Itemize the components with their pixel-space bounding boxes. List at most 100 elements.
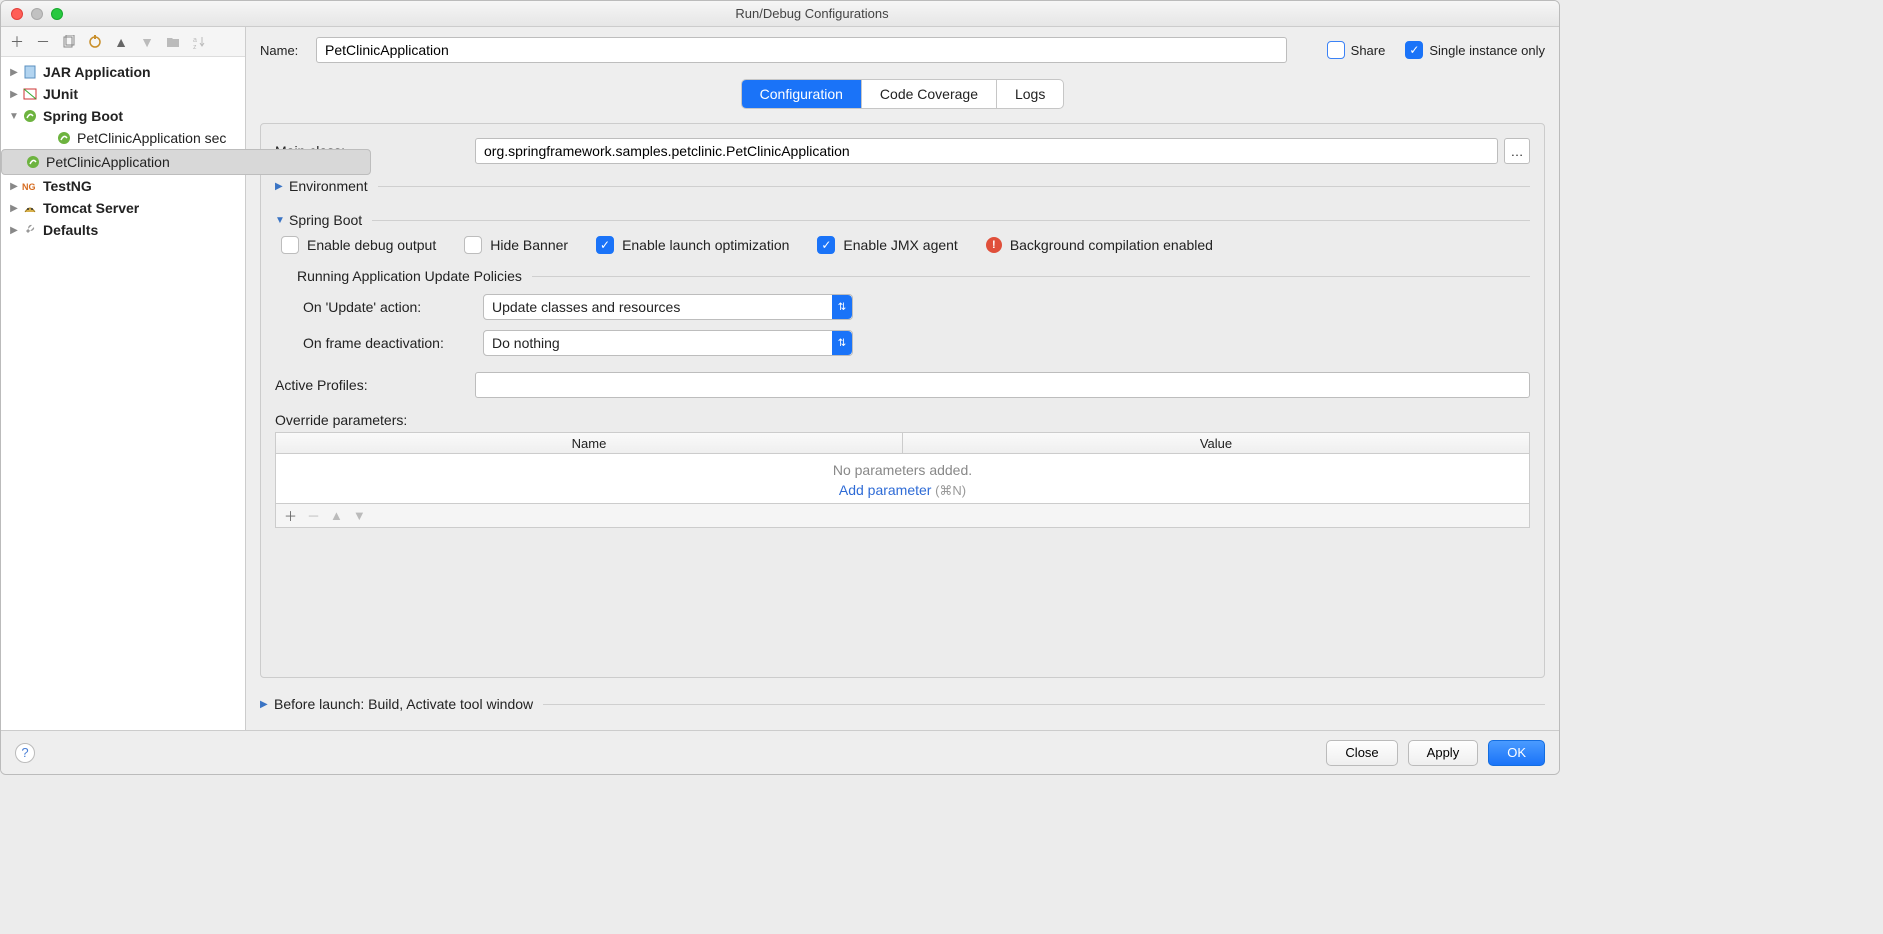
parameters-table-toolbar: ＋ － ▲ ▼ (275, 504, 1530, 528)
tree-item-jar-application[interactable]: ▶ JAR Application (1, 61, 245, 83)
tree-item-label: PetClinicApplication sec (77, 130, 226, 146)
tree-item-label: JUnit (43, 86, 78, 102)
config-tree[interactable]: ▶ JAR Application ▶ JUnit ▼ Spring Boot PetCli… (1, 57, 245, 730)
add-parameter-link[interactable]: Add parameter (839, 482, 932, 498)
spring-boot-section-header[interactable]: ▼ Spring Boot (275, 212, 1530, 228)
active-profiles-label: Active Profiles: (275, 377, 475, 393)
add-config-button[interactable]: ＋ (7, 32, 27, 52)
tomcat-icon (21, 200, 39, 216)
policies-heading: Running Application Update Policies (297, 268, 1530, 284)
dropdown-icon: ⇅ (832, 331, 852, 355)
param-up-button[interactable]: ▲ (330, 508, 343, 523)
tab-bar: Configuration Code Coverage Logs (260, 79, 1545, 109)
svg-text:z: z (193, 44, 197, 49)
chevron-right-icon: ▶ (7, 89, 21, 100)
spring-icon (55, 130, 73, 146)
name-input[interactable] (316, 37, 1287, 63)
tree-item-testng[interactable]: ▶NG TestNG (1, 175, 245, 197)
move-up-button[interactable]: ▲ (111, 32, 131, 52)
zoom-window-icon[interactable] (51, 8, 63, 20)
share-label: Share (1351, 43, 1386, 58)
browse-main-class-button[interactable]: … (1504, 138, 1530, 164)
share-checkbox[interactable] (1327, 41, 1345, 59)
tree-item-label: Tomcat Server (43, 200, 139, 216)
run-debug-configurations-dialog: Run/Debug Configurations ＋ － ▲ ▼ az (0, 0, 1560, 775)
tree-item-tomcat-server[interactable]: ▶ Tomcat Server (1, 197, 245, 219)
testng-icon: NG (21, 178, 39, 194)
warning-icon: ! (986, 237, 1002, 253)
param-remove-button[interactable]: － (307, 506, 320, 525)
chevron-right-icon: ▶ (275, 181, 289, 192)
chevron-down-icon: ▼ (275, 215, 289, 226)
on-update-label: On 'Update' action: (303, 299, 483, 315)
name-label: Name: (260, 43, 316, 58)
parameters-table-header: Name Value (275, 432, 1530, 454)
edit-defaults-button[interactable] (85, 32, 105, 52)
tree-item-label: TestNG (43, 178, 92, 194)
ok-button[interactable]: OK (1488, 740, 1545, 766)
chevron-right-icon: ▶ (260, 699, 274, 710)
copy-config-button[interactable] (59, 32, 79, 52)
single-instance-label: Single instance only (1429, 43, 1545, 58)
svg-text:NG: NG (22, 182, 36, 192)
window-title: Run/Debug Configurations (75, 6, 1549, 21)
override-parameters-label: Override parameters: (275, 412, 1530, 428)
tree-item-label: JAR Application (43, 64, 151, 80)
environment-section-header[interactable]: ▶ Environment (275, 178, 1530, 194)
minimize-window-icon[interactable] (31, 8, 43, 20)
help-button[interactable]: ? (15, 743, 35, 763)
wrench-icon (21, 222, 39, 238)
move-down-button[interactable]: ▼ (137, 32, 157, 52)
tree-item-label: Spring Boot (43, 108, 123, 124)
main-class-input[interactable] (475, 138, 1498, 164)
enable-jmx-agent-checkbox[interactable]: ✓ (817, 236, 835, 254)
on-update-select[interactable]: Update classes and resources ⇅ (483, 294, 853, 320)
chevron-right-icon: ▶ (7, 203, 21, 214)
dialog-footer: ? Close Apply OK (1, 730, 1559, 774)
configuration-panel: Main class: … ▶ Environment ▼ Spring Boo… (260, 123, 1545, 678)
tree-item-petclinicapplication-sec[interactable]: PetClinicApplication sec (1, 127, 245, 149)
param-add-button[interactable]: ＋ (284, 506, 297, 525)
close-window-icon[interactable] (11, 8, 23, 20)
tree-item-defaults[interactable]: ▶ Defaults (1, 219, 245, 241)
chevron-right-icon: ▶ (7, 67, 21, 78)
tree-item-label: Defaults (43, 222, 98, 238)
add-parameter-shortcut: (⌘N) (935, 483, 966, 498)
chevron-right-icon: ▶ (7, 225, 21, 236)
dropdown-icon: ⇅ (832, 295, 852, 319)
enable-debug-output-checkbox[interactable] (281, 236, 299, 254)
svg-text:a: a (193, 37, 197, 44)
tree-item-spring-boot[interactable]: ▼ Spring Boot (1, 105, 245, 127)
single-instance-checkbox[interactable]: ✓ (1405, 41, 1423, 59)
spring-icon (21, 108, 39, 124)
close-button[interactable]: Close (1326, 740, 1397, 766)
config-editor-panel: Name: Share ✓ Single instance only Confi… (246, 27, 1559, 730)
active-profiles-input[interactable] (475, 372, 1530, 398)
tab-configuration[interactable]: Configuration (742, 80, 862, 108)
titlebar: Run/Debug Configurations (1, 1, 1559, 27)
parameters-table-body: No parameters added. Add parameter (⌘N) (275, 454, 1530, 504)
config-list-panel: ＋ － ▲ ▼ az ▶ JAR Application ▶ JUnit ▼ Spring… (1, 27, 246, 730)
before-launch-section-header[interactable]: ▶ Before launch: Build, Activate tool wi… (260, 696, 1545, 712)
tab-logs[interactable]: Logs (997, 80, 1063, 108)
remove-config-button[interactable]: － (33, 32, 53, 52)
on-frame-deactivation-label: On frame deactivation: (303, 335, 483, 351)
folder-button[interactable] (163, 32, 183, 52)
param-down-button[interactable]: ▼ (353, 508, 366, 523)
spring-icon (24, 154, 42, 170)
tree-item-junit[interactable]: ▶ JUnit (1, 83, 245, 105)
tab-code-coverage[interactable]: Code Coverage (862, 80, 997, 108)
config-toolbar: ＋ － ▲ ▼ az (1, 27, 245, 57)
sort-button[interactable]: az (189, 32, 209, 52)
chevron-right-icon: ▶ (7, 181, 21, 192)
enable-launch-optimization-checkbox[interactable]: ✓ (596, 236, 614, 254)
hide-banner-checkbox[interactable] (464, 236, 482, 254)
apply-button[interactable]: Apply (1408, 740, 1479, 766)
window-controls (11, 8, 63, 20)
tree-item-petclinicapplication[interactable]: PetClinicApplication (1, 149, 371, 175)
junit-icon (21, 86, 39, 102)
chevron-down-icon: ▼ (7, 111, 21, 122)
on-frame-deactivation-select[interactable]: Do nothing ⇅ (483, 330, 853, 356)
tree-item-label: PetClinicApplication (46, 154, 170, 170)
jar-icon (21, 64, 39, 80)
